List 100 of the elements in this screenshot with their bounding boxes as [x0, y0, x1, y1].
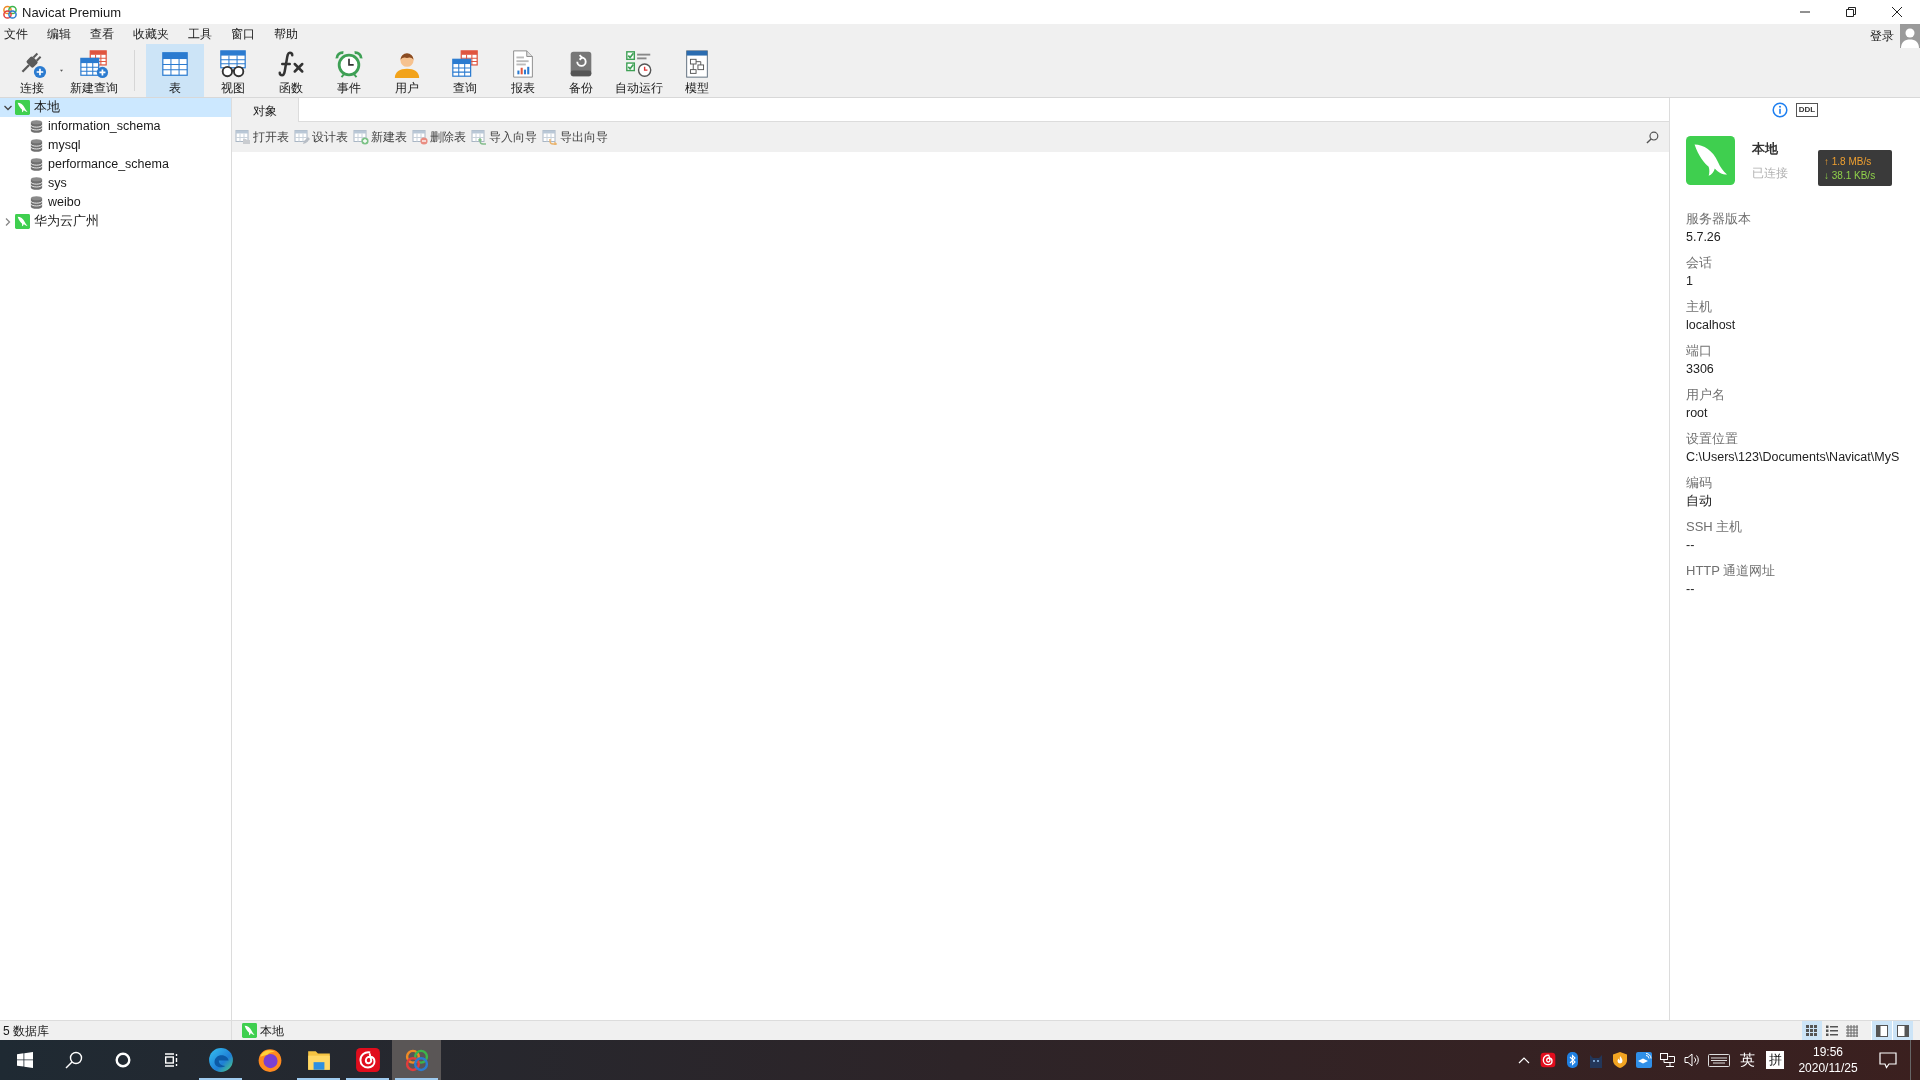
music-app-icon[interactable] [1540, 1052, 1556, 1068]
tree-item[interactable]: 华为云广州 [0, 212, 231, 231]
property-label: HTTP 通道网址 [1686, 562, 1777, 580]
caret-icon[interactable] [60, 69, 63, 72]
menu-item[interactable]: 工具 [188, 26, 212, 42]
toolbar-button[interactable]: 用户 [378, 44, 436, 97]
property-value: 5.7.26 [1686, 229, 1722, 246]
connection-name: 本地 [1752, 141, 1779, 157]
toolbar-button[interactable]: 自动运行 [610, 44, 668, 97]
database-count: 5 数据库 [3, 1022, 49, 1040]
property-value: -- [1686, 537, 1696, 554]
tree-item[interactable]: sys [0, 174, 231, 193]
network-icon[interactable] [1660, 1052, 1676, 1068]
avatar-icon[interactable] [1900, 24, 1920, 48]
list-icon [1825, 1023, 1839, 1038]
toolbar-button[interactable]: 导入向导 [471, 128, 537, 146]
input-language-button[interactable]: 英 [1734, 1040, 1760, 1080]
toolbar-button[interactable]: 导出向导 [542, 128, 608, 146]
input-mode-button[interactable]: 拼 [1766, 1051, 1784, 1069]
toolbar-button[interactable]: 报表 [494, 44, 552, 97]
toolbar-button[interactable]: 删除表 [412, 128, 466, 146]
toolbar-button[interactable]: 表 [146, 44, 204, 97]
property-value: 3306 [1686, 361, 1715, 378]
volume-icon[interactable] [1684, 1052, 1700, 1068]
minimize-icon [1800, 11, 1810, 13]
toolbar-button[interactable]: 新建查询 [64, 44, 124, 97]
property-label: 主机 [1686, 298, 1713, 316]
property-label: 端口 [1686, 342, 1713, 360]
app-logo-icon [403, 1047, 430, 1073]
view-toggle[interactable] [1802, 1021, 1822, 1040]
toolbar-button[interactable]: 模型 [668, 44, 726, 97]
dolphin-icon [15, 214, 30, 229]
glasses-table-icon [218, 49, 248, 79]
cat-icon[interactable] [1588, 1052, 1604, 1068]
checklist-clock-icon [624, 49, 654, 79]
tree-item[interactable]: weibo [0, 193, 231, 212]
tables-icon [450, 49, 480, 79]
search-icon[interactable] [1646, 130, 1659, 144]
tab[interactable]: 对象 [232, 98, 299, 123]
dolphin-icon [1686, 136, 1735, 185]
tree-item[interactable]: 本地 [0, 98, 231, 117]
toolbar-button[interactable]: 备份 [552, 44, 610, 97]
menu-item[interactable]: 文件 [4, 26, 28, 42]
toolbar-button[interactable]: 设计表 [294, 128, 348, 146]
panel-toggle[interactable] [1871, 1021, 1892, 1040]
window-title: Navicat Premium [22, 5, 121, 19]
database-icon [29, 157, 44, 172]
table-minus-icon [412, 129, 428, 145]
clock[interactable]: 19:56 2020/11/25 [1790, 1040, 1866, 1080]
shield-icon[interactable] [1613, 1052, 1627, 1068]
property-label: SSH 主机 [1686, 518, 1744, 536]
menu-item[interactable]: 收藏夹 [133, 26, 169, 42]
left-panel-icon [1875, 1023, 1889, 1038]
alarm-clock-icon [334, 49, 364, 79]
login-button[interactable]: 登录 [1870, 27, 1894, 45]
right-panel-icon [1896, 1023, 1910, 1038]
traffic-speed: ↓ 38.1 KB/s [1824, 168, 1877, 182]
menu-item[interactable]: 查看 [90, 26, 114, 42]
tree-item[interactable]: performance_schema [0, 155, 231, 174]
property-label: 设置位置 [1686, 430, 1739, 448]
task-view-icon [163, 1052, 180, 1068]
traffic-speed: ↑ 1.8 MB/s [1824, 154, 1873, 168]
ddl-tab[interactable]: DDL [1795, 103, 1819, 117]
notification-icon[interactable] [1879, 1051, 1897, 1069]
panel-toggle[interactable] [1892, 1021, 1913, 1040]
tree-item[interactable]: mysql [0, 136, 231, 155]
function-icon [276, 49, 306, 79]
property-value: -- [1686, 581, 1696, 598]
property-value: 1 [1686, 273, 1694, 290]
table-icon [160, 49, 190, 79]
toolbar-button[interactable]: 事件 [320, 44, 378, 97]
toolbar-button[interactable]: 新建表 [353, 128, 407, 146]
toolbar-button[interactable]: 函数 [262, 44, 320, 97]
table-plus-icon [79, 49, 109, 79]
toolbar-button[interactable]: 连接 [5, 44, 59, 97]
property-label: 编码 [1686, 474, 1713, 492]
table-folder-icon [235, 129, 251, 145]
toolbar-button[interactable]: 打开表 [235, 128, 289, 146]
table-pencil-icon [294, 129, 310, 145]
music-app-icon [354, 1047, 381, 1073]
toolbar-button[interactable]: 查询 [436, 44, 494, 97]
menu-item[interactable]: 帮助 [274, 26, 298, 42]
property-label: 会话 [1686, 254, 1713, 272]
menu-item[interactable]: 窗口 [231, 26, 255, 42]
cap-wifi-icon[interactable] [1636, 1052, 1652, 1068]
tree-item[interactable]: information_schema [0, 117, 231, 136]
table-plus-icon [353, 129, 369, 145]
browser-icon [256, 1047, 283, 1073]
menu-item[interactable]: 编辑 [47, 26, 71, 42]
grid-icon [1805, 1023, 1819, 1038]
property-value: 自动 [1686, 493, 1713, 510]
toolbar-button[interactable]: 视图 [204, 44, 262, 97]
property-value: C:\Users\123\Documents\Navicat\MyS [1686, 449, 1901, 466]
property-value: localhost [1686, 317, 1737, 334]
bluetooth-icon[interactable] [1566, 1052, 1578, 1068]
close-icon [1892, 7, 1902, 17]
keyboard-icon[interactable] [1708, 1053, 1730, 1067]
status-connection: 本地 [260, 1022, 284, 1040]
dolphin-icon [242, 1023, 257, 1038]
info-icon[interactable] [1771, 102, 1788, 118]
